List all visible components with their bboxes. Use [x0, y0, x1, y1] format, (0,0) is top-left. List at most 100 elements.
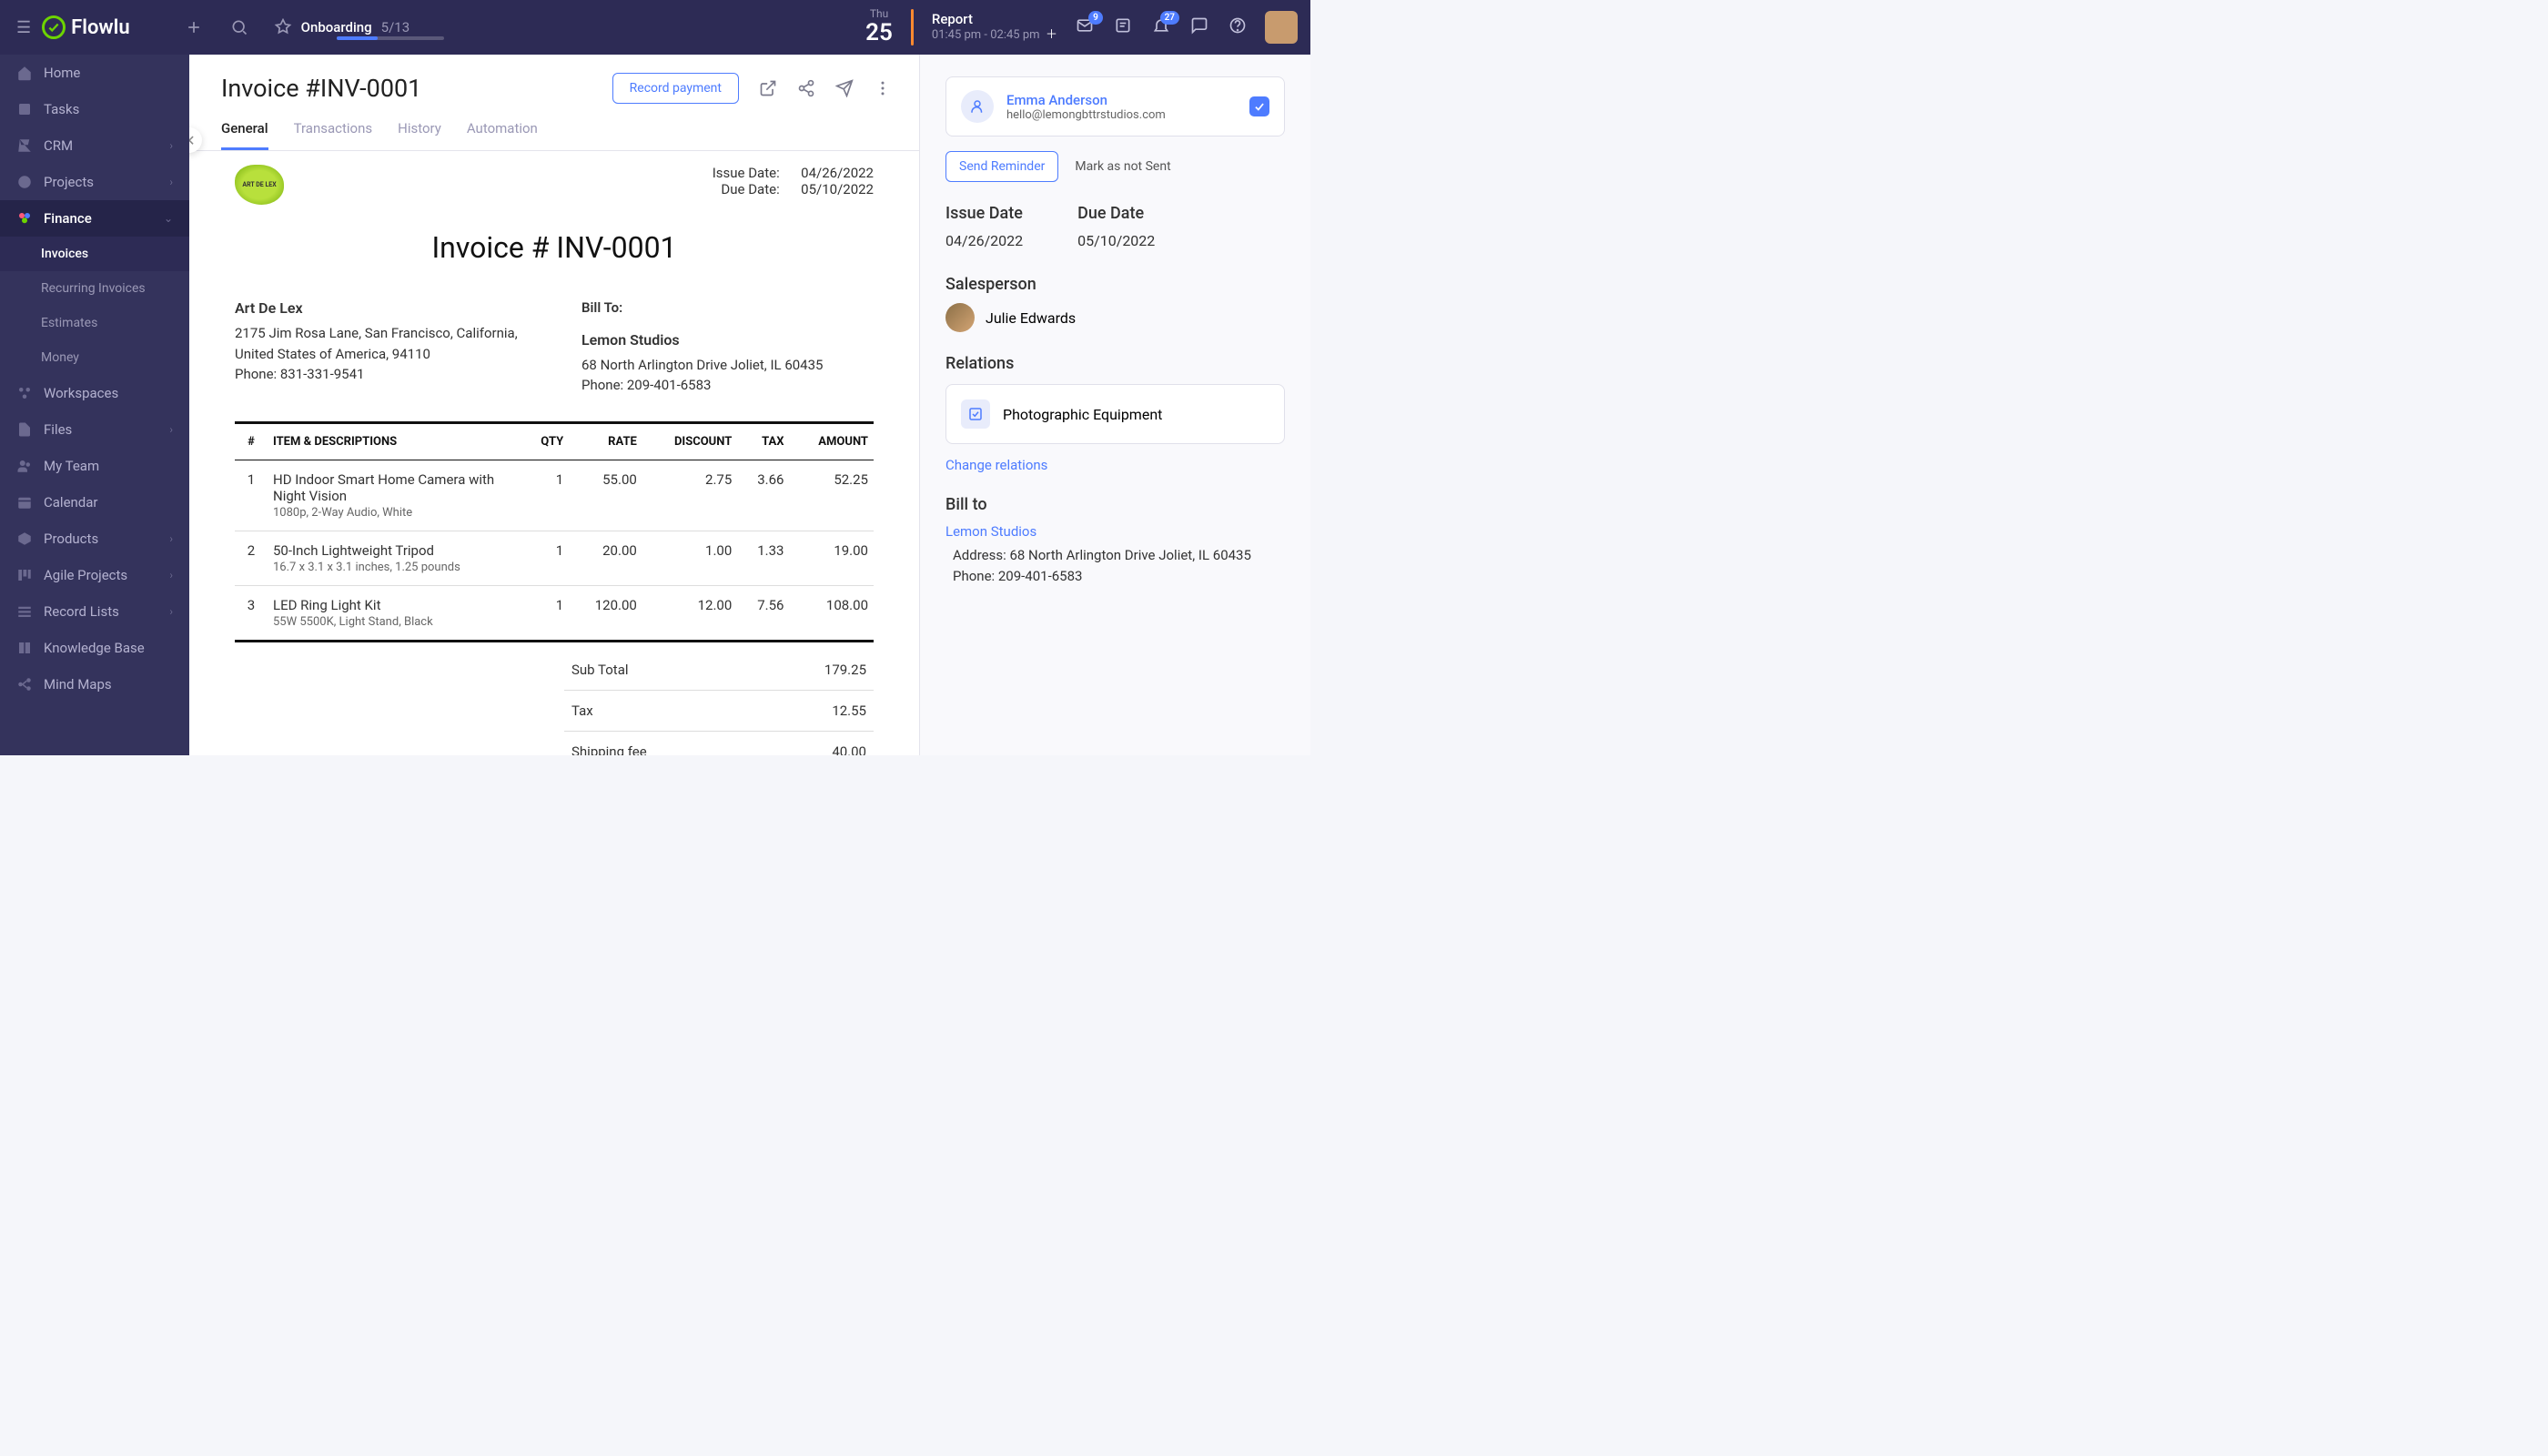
report-title: Report [932, 11, 1057, 29]
col-qty: QTY [522, 422, 569, 460]
relation-card[interactable]: Photographic Equipment [945, 384, 1285, 444]
chat-icon[interactable] [1190, 16, 1208, 38]
onboarding-count: 5/13 [381, 19, 410, 35]
ship-value: 40.00 [832, 743, 866, 756]
nav-agile[interactable]: Agile Projects› [0, 557, 189, 593]
send-reminder-button[interactable]: Send Reminder [945, 151, 1058, 182]
report-time: 01:45 pm - 02:45 pm ＋ [932, 28, 1057, 44]
billto-label: Bill to [945, 495, 1285, 514]
nav-products[interactable]: Products› [0, 521, 189, 557]
date-widget[interactable]: Thu 25 [865, 8, 893, 46]
invoice-document: ART DE LEX Issue Date: 04/26/2022 Due Da… [189, 151, 919, 755]
subtotal-label: Sub Total [571, 662, 629, 678]
col-num: # [235, 422, 268, 460]
contact-email: hello@lemongbttrstudios.com [1006, 108, 1166, 122]
nav-workspaces[interactable]: Workspaces [0, 375, 189, 411]
date-day: 25 [865, 20, 893, 46]
chevron-right-icon: › [169, 569, 173, 581]
user-avatar[interactable] [1265, 11, 1298, 44]
tab-history[interactable]: History [398, 120, 441, 150]
sp-due-label: Due Date [1077, 204, 1155, 223]
sp-issue-label: Issue Date [945, 204, 1023, 223]
billto-name[interactable]: Lemon Studios [945, 523, 1285, 540]
external-link-icon[interactable] [759, 79, 777, 97]
nav-home[interactable]: Home [0, 55, 189, 91]
mail-icon[interactable]: 9 [1076, 16, 1094, 38]
tab-general[interactable]: General [221, 120, 268, 150]
nav-money[interactable]: Money [0, 340, 189, 375]
pin-icon[interactable] [274, 18, 292, 36]
chevron-right-icon: › [169, 532, 173, 545]
chevron-down-icon: ⌄ [164, 212, 173, 225]
table-row: 1HD Indoor Smart Home Camera with Night … [235, 460, 874, 531]
ship-label: Shipping fee [571, 743, 647, 756]
subtotal-value: 179.25 [824, 662, 866, 678]
tab-transactions[interactable]: Transactions [294, 120, 373, 150]
chevron-right-icon: › [169, 139, 173, 152]
issue-date-value: 04/26/2022 [801, 165, 874, 181]
nav-crm[interactable]: CRM› [0, 127, 189, 164]
nav-recordlists[interactable]: Record Lists› [0, 593, 189, 630]
invoice-heading: Invoice # INV-0001 [235, 230, 874, 265]
report-widget[interactable]: Report 01:45 pm - 02:45 pm ＋ [932, 11, 1057, 44]
relation-name: Photographic Equipment [1003, 406, 1162, 423]
col-item: ITEM & DESCRIPTIONS [268, 422, 522, 460]
app-logo[interactable]: Flowlu [42, 15, 130, 39]
salesperson-name: Julie Edwards [986, 309, 1076, 327]
totals: Sub Total179.25 Tax12.55 Shipping fee40.… [564, 650, 874, 756]
onboarding-progress [337, 36, 444, 40]
share-icon[interactable] [797, 79, 815, 97]
nav-team[interactable]: My Team [0, 448, 189, 484]
contact-name[interactable]: Emma Anderson [1006, 92, 1166, 108]
record-payment-button[interactable]: Record payment [612, 73, 739, 104]
nav-kb[interactable]: Knowledge Base [0, 630, 189, 666]
company-logo: ART DE LEX [235, 165, 284, 205]
send-icon[interactable] [835, 79, 854, 97]
nav-files[interactable]: Files› [0, 411, 189, 448]
nav-mindmaps[interactable]: Mind Maps [0, 666, 189, 703]
table-row: 250-Inch Lightweight Tripod16.7 x 3.1 x … [235, 531, 874, 585]
sidebar: Home Tasks CRM› Projects› Finance⌄ Invoi… [0, 55, 189, 755]
page-title: Invoice #INV-0001 [221, 74, 421, 103]
table-row: 3LED Ring Light Kit55W 5500K, Light Stan… [235, 585, 874, 641]
nav-calendar[interactable]: Calendar [0, 484, 189, 521]
due-date-label: Due Date: [707, 181, 780, 197]
add-icon[interactable] [185, 18, 203, 36]
mail-badge: 9 [1088, 11, 1103, 25]
chevron-right-icon: › [169, 423, 173, 436]
chevron-right-icon: › [169, 176, 173, 188]
add-report-icon[interactable]: ＋ [1046, 28, 1057, 42]
note-icon[interactable] [1114, 16, 1132, 38]
relations-label: Relations [945, 354, 1285, 373]
bell-badge: 27 [1160, 11, 1179, 25]
nav-estimates[interactable]: Estimates [0, 306, 189, 340]
avatar [945, 303, 975, 332]
chevron-right-icon: › [169, 605, 173, 618]
mark-not-sent-link[interactable]: Mark as not Sent [1075, 159, 1170, 174]
search-icon[interactable] [230, 18, 248, 36]
col-rate: RATE [569, 422, 642, 460]
nav-tasks[interactable]: Tasks [0, 91, 189, 127]
contact-card[interactable]: Emma Anderson hello@lemongbttrstudios.co… [945, 76, 1285, 136]
help-icon[interactable] [1228, 16, 1247, 38]
col-discount: DISCOUNT [642, 422, 737, 460]
billto-addr: Address: 68 North Arlington Drive Joliet… [945, 545, 1285, 566]
product-icon [961, 399, 990, 429]
onboarding-label[interactable]: Onboarding [301, 19, 372, 35]
nav-recurring[interactable]: Recurring Invoices [0, 271, 189, 306]
due-date-value: 05/10/2022 [801, 181, 874, 197]
nav-invoices[interactable]: Invoices [0, 237, 189, 271]
more-icon[interactable] [874, 79, 892, 97]
salesperson[interactable]: Julie Edwards [945, 303, 1285, 332]
billto-phone: Phone: 209-401-6583 [945, 566, 1285, 587]
check-icon [1249, 96, 1269, 116]
tab-automation[interactable]: Automation [467, 120, 538, 150]
from-address: Art De Lex 2175 Jim Rosa Lane, San Franc… [235, 298, 527, 396]
bell-icon[interactable]: 27 [1152, 16, 1170, 38]
nav-finance[interactable]: Finance⌄ [0, 200, 189, 237]
menu-toggle-icon[interactable]: ☰ [0, 18, 42, 37]
change-relations-link[interactable]: Change relations [945, 457, 1047, 473]
issue-date-label: Issue Date: [707, 165, 780, 181]
tax-value: 12.55 [832, 703, 866, 719]
nav-projects[interactable]: Projects› [0, 164, 189, 200]
